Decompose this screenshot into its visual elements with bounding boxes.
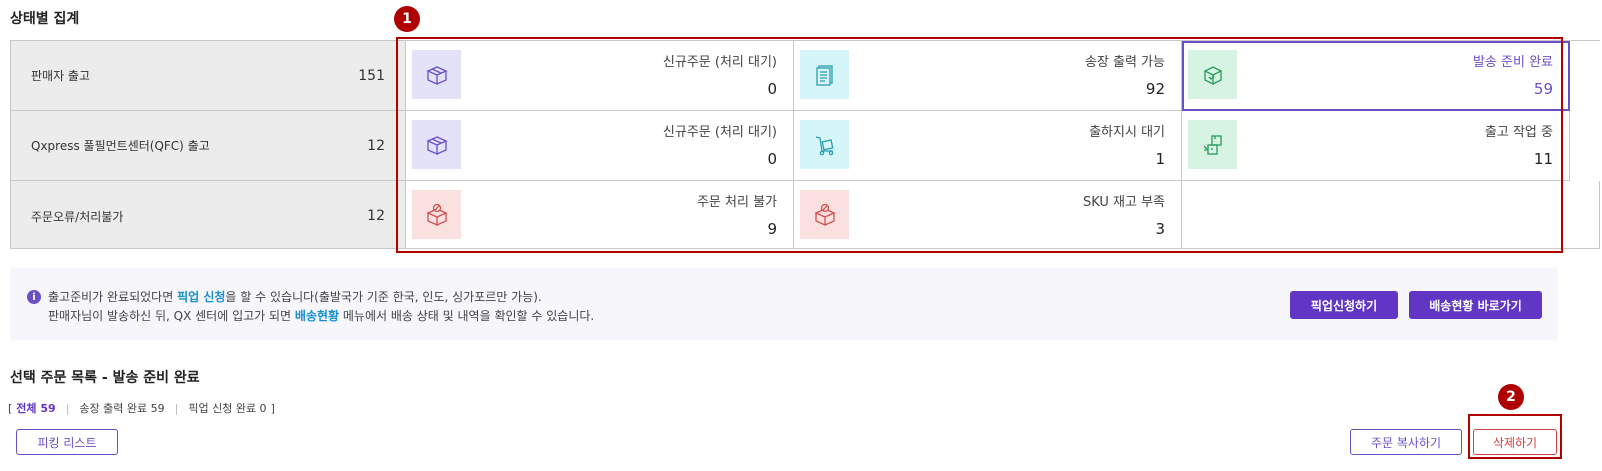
- shipment-type-label: Qxpress 풀필먼트센터(QFC) 출고: [31, 139, 210, 153]
- boxes-icon: [1188, 120, 1237, 169]
- box-blocked-icon: [412, 190, 461, 239]
- info-icon: i: [27, 290, 41, 304]
- pickup-request-button[interactable]: 픽업신청하기: [1290, 291, 1398, 319]
- order-filter-bar: [ 전체 59 | 송장 출력 완료 59 | 픽업 신청 완료 0 ]: [8, 400, 275, 416]
- info-notice: i 출고준비가 완료되었다면 픽업 신청을 할 수 있습니다(출발국가 기준 한…: [10, 268, 1558, 340]
- status-card-value: 0: [767, 80, 777, 98]
- info-text: 판매자님이 발송하신 뒤, QX 센터에 입고가 되면: [48, 309, 295, 323]
- shipment-type-seller[interactable]: 판매자 출고 151: [11, 41, 405, 111]
- status-card-sku-out-of-stock[interactable]: SKU 재고 부족 3: [794, 181, 1182, 249]
- status-card-value: 3: [1155, 220, 1165, 238]
- status-card-invoice-printable[interactable]: 송장 출력 가능 92: [794, 41, 1182, 111]
- shipping-status-link[interactable]: 배송현황: [295, 309, 339, 323]
- shipment-type-column: 판매자 출고 151 Qxpress 풀필먼트센터(QFC) 출고 12 주문오…: [10, 40, 406, 249]
- package-ready-icon: [1188, 50, 1237, 99]
- status-card-value: 9: [767, 220, 777, 238]
- info-line-2: 판매자님이 발송하신 뒤, QX 센터에 입고가 되면 배송현황 메뉴에서 배송…: [48, 307, 594, 324]
- shipment-type-count: 151: [358, 67, 385, 84]
- info-text: 메뉴에서 배송 상태 및 내역을 확인할 수 있습니다.: [339, 309, 595, 323]
- status-card-label: 출고 작업 중: [1484, 125, 1553, 140]
- box-icon: [412, 50, 461, 99]
- info-text: 출고준비가 완료되었다면: [48, 290, 178, 304]
- annotation-marker-2: 2: [1498, 384, 1524, 410]
- status-card-order-failed[interactable]: 주문 처리 불가 9: [406, 181, 794, 249]
- order-list-title: 선택 주문 목록 - 발송 준비 완료: [10, 370, 200, 386]
- status-card-label: 출하지시 대기: [1089, 125, 1165, 140]
- filter-bracket: ]: [270, 401, 275, 415]
- status-card-value: 92: [1145, 80, 1165, 98]
- status-card-label: 신규주문 (처리 대기): [662, 125, 777, 140]
- status-card-value: 59: [1533, 80, 1553, 98]
- status-card-value: 1: [1155, 150, 1165, 168]
- hand-truck-icon: [800, 120, 849, 169]
- delete-button[interactable]: 삭제하기: [1473, 429, 1557, 455]
- shipment-type-label: 주문오류/처리불가: [31, 209, 124, 224]
- status-card-value: 0: [767, 150, 777, 168]
- status-card-shipping-order-waiting[interactable]: 출하지시 대기 1: [794, 111, 1182, 181]
- status-card-ready-to-ship[interactable]: 발송 준비 완료 59: [1182, 41, 1570, 111]
- status-card-label: SKU 재고 부족: [1082, 195, 1165, 210]
- picking-list-button[interactable]: 피킹 리스트: [16, 429, 118, 455]
- filter-divider: |: [174, 401, 179, 415]
- shipment-type-count: 12: [367, 208, 385, 224]
- invoice-icon: [800, 50, 849, 99]
- info-line-1: 출고준비가 완료되었다면 픽업 신청을 할 수 있습니다(출발국가 기준 한국,…: [48, 288, 542, 305]
- shipment-type-count: 12: [367, 137, 385, 154]
- status-card-empty: [1182, 181, 1600, 249]
- shipping-status-button[interactable]: 배송현황 바로가기: [1409, 291, 1542, 319]
- shipment-type-error[interactable]: 주문오류/처리불가 12: [11, 181, 405, 251]
- box-blocked-icon: [800, 190, 849, 239]
- filter-bracket: [: [8, 401, 13, 415]
- copy-order-button[interactable]: 주문 복사하기: [1350, 429, 1462, 455]
- info-text: 을 할 수 있습니다(출발국가 기준 한국, 인도, 싱가포르만 가능).: [225, 290, 542, 304]
- filter-divider: |: [65, 401, 70, 415]
- section-title: 상태별 집계: [10, 11, 80, 27]
- status-card-value: 11: [1533, 150, 1553, 168]
- filter-pickup-requested[interactable]: 픽업 신청 완료 0: [188, 400, 266, 416]
- status-card-label: 송장 출력 가능: [1084, 55, 1165, 70]
- status-card-new-order-qfc[interactable]: 신규주문 (처리 대기) 0: [406, 111, 794, 181]
- box-icon: [412, 120, 461, 169]
- status-card-label: 주문 처리 불가: [696, 195, 777, 210]
- annotation-marker-1: 1: [394, 6, 420, 32]
- shipment-type-label: 판매자 출고: [31, 69, 91, 83]
- status-grid: 신규주문 (처리 대기) 0 송장 출력 가능 92 발송 준비 완료 59 신…: [406, 40, 1600, 249]
- status-card-new-order-seller[interactable]: 신규주문 (처리 대기) 0: [406, 41, 794, 111]
- shipment-type-qfc[interactable]: Qxpress 풀필먼트센터(QFC) 출고 12: [11, 111, 405, 181]
- filter-all[interactable]: 전체 59: [16, 400, 55, 416]
- status-summary: 판매자 출고 151 Qxpress 풀필먼트센터(QFC) 출고 12 주문오…: [10, 40, 1600, 249]
- filter-invoice-printed[interactable]: 송장 출력 완료 59: [79, 400, 164, 416]
- pickup-request-link[interactable]: 픽업 신청: [177, 290, 225, 304]
- status-card-shipping-in-progress[interactable]: 출고 작업 중 11: [1182, 111, 1570, 181]
- status-card-label: 신규주문 (처리 대기): [662, 55, 777, 70]
- status-card-label: 발송 준비 완료: [1472, 55, 1553, 70]
